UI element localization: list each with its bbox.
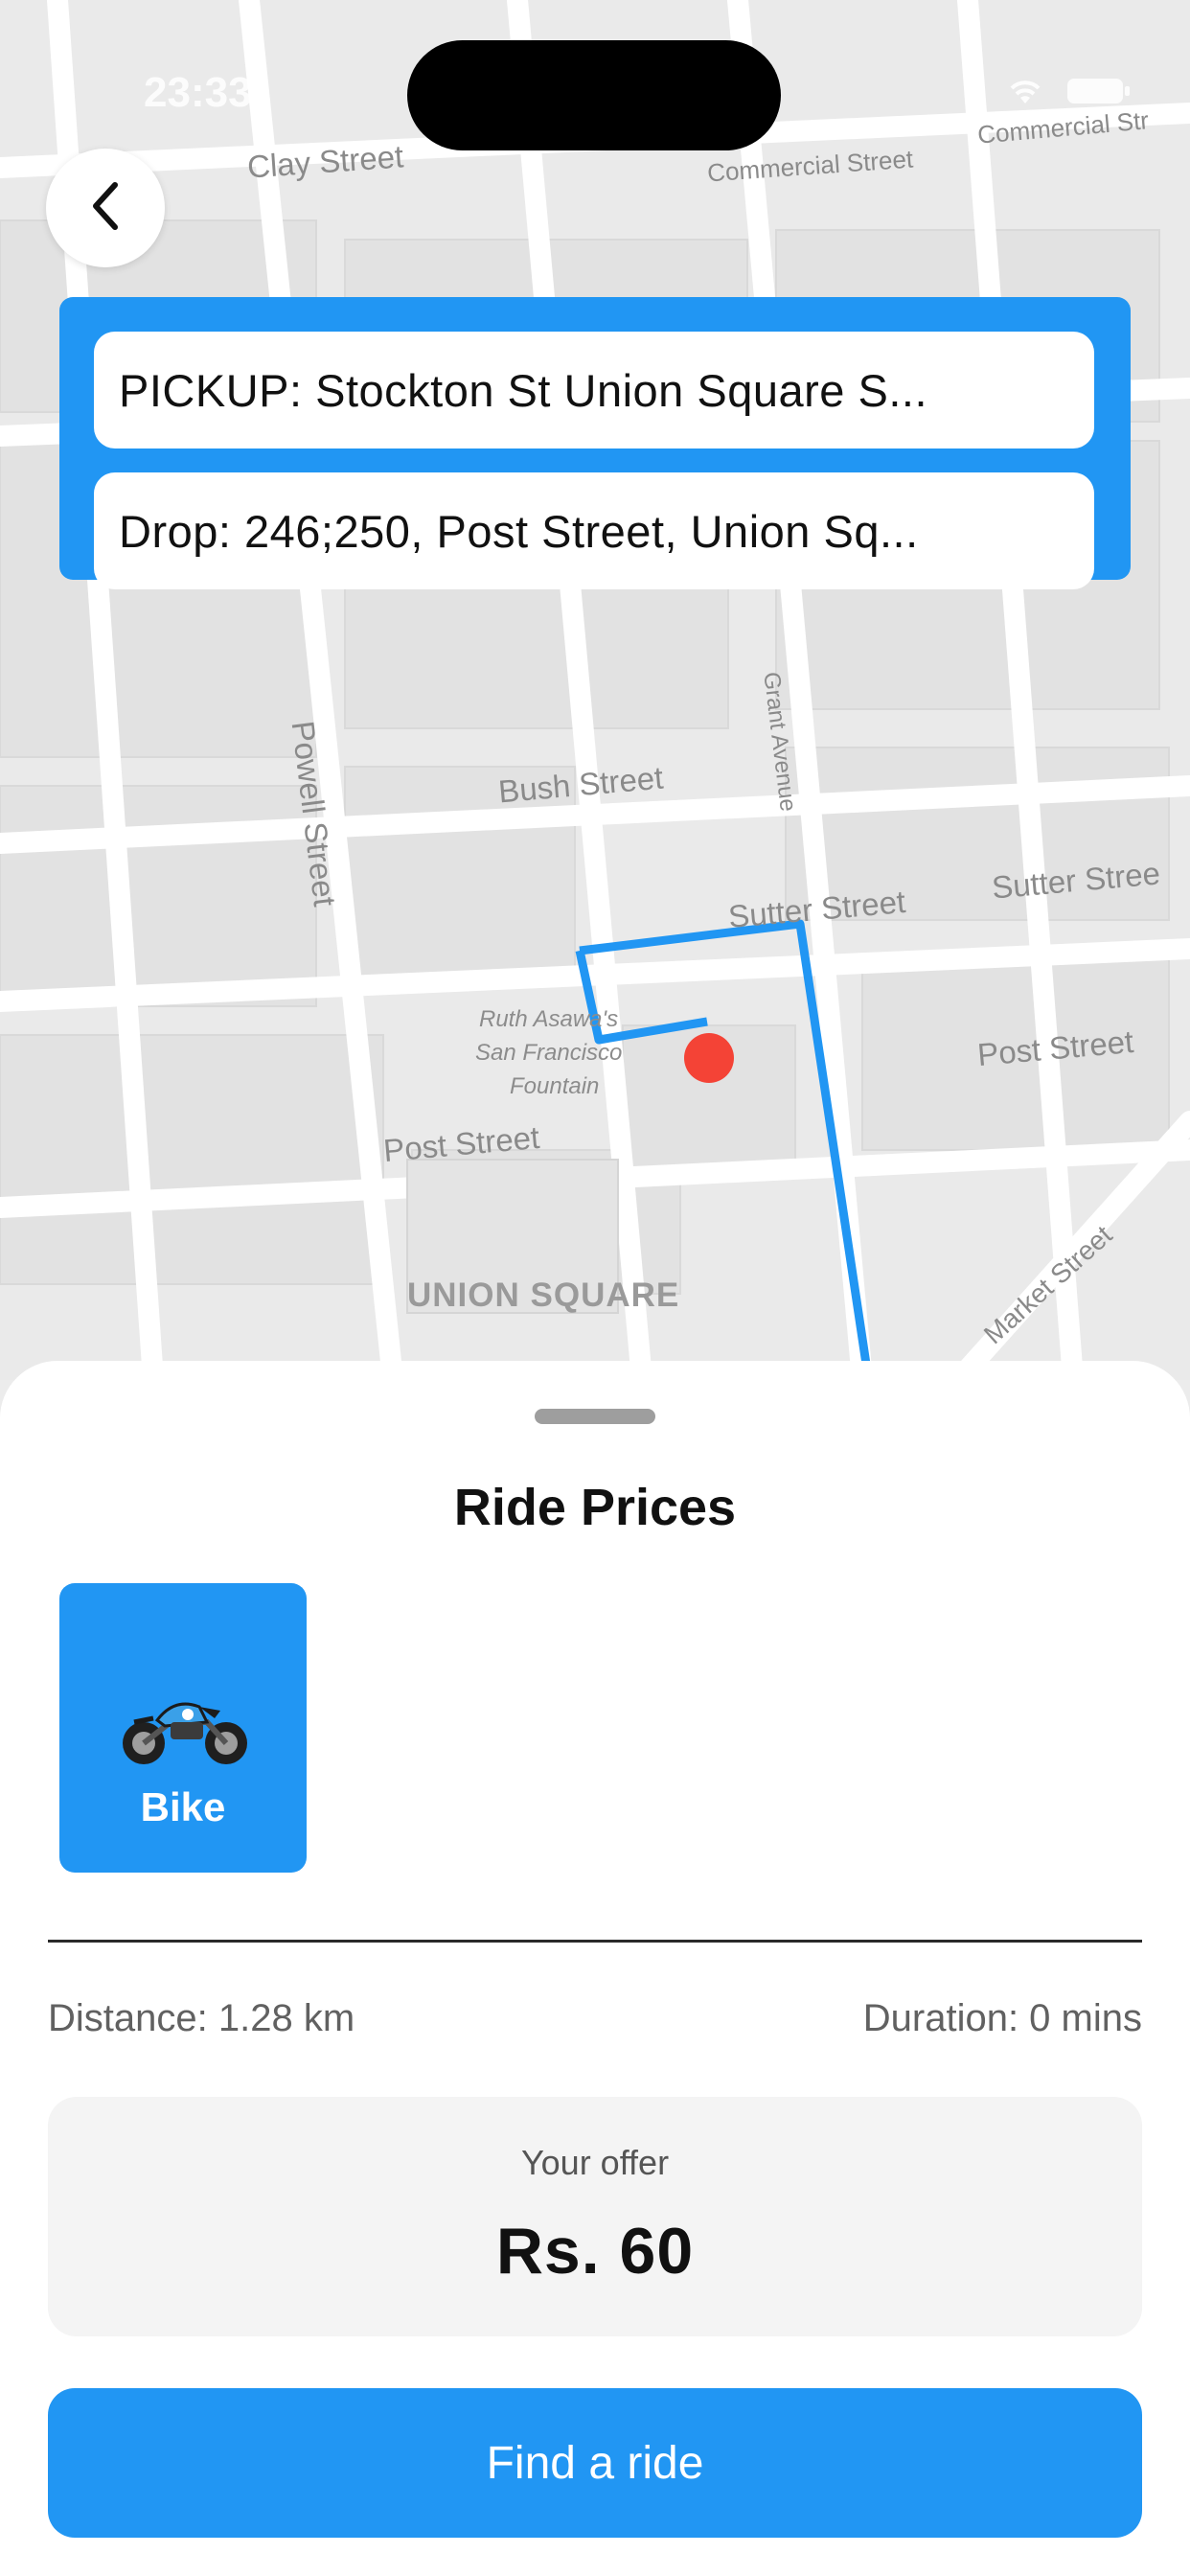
place-label: UNION SQUARE xyxy=(407,1276,680,1314)
divider xyxy=(48,1940,1142,1943)
place-label: Fountain xyxy=(510,1073,600,1099)
map-canvas xyxy=(0,0,1190,1380)
offer-value: Rs. 60 xyxy=(495,2215,695,2288)
status-icons xyxy=(1004,75,1133,112)
chevron-left-icon xyxy=(86,177,125,240)
destination-marker xyxy=(684,1033,734,1083)
dynamic-island xyxy=(407,40,781,150)
drag-handle[interactable] xyxy=(535,1409,655,1424)
route-card: PICKUP: Stockton St Union Square S... Dr… xyxy=(59,297,1131,589)
battery-icon xyxy=(1065,75,1133,112)
drop-field[interactable]: Drop: 246;250, Post Street, Union Sq... xyxy=(94,472,1094,589)
pickup-field[interactable]: PICKUP: Stockton St Union Square S... xyxy=(94,332,1094,448)
place-label: San Francisco xyxy=(475,1040,623,1066)
ride-prices-sheet: Ride Prices Bike Distance: 1.28 km Durat… xyxy=(0,1361,1190,2576)
sheet-title: Ride Prices xyxy=(453,1479,737,1536)
vehicle-option-bike[interactable]: Bike xyxy=(59,1583,307,1873)
back-button[interactable] xyxy=(46,149,165,267)
offer-box[interactable]: Your offer Rs. 60 xyxy=(48,2097,1142,2336)
offer-label: Your offer xyxy=(520,2143,670,2182)
motorcycle-icon xyxy=(115,1684,255,1775)
place-label: Ruth Asawa's xyxy=(479,1006,619,1032)
map-view[interactable]: Clay Street Commercial Street Commercial… xyxy=(0,0,1190,1380)
vehicle-label: Bike xyxy=(140,1784,226,1829)
status-time: 23:33 xyxy=(144,69,252,116)
find-ride-button[interactable]: Find a ride xyxy=(48,2388,1142,2538)
wifi-icon xyxy=(1004,75,1046,112)
distance-text: Distance: 1.28 km xyxy=(48,1997,355,2039)
duration-text: Duration: 0 mins xyxy=(862,1997,1142,2039)
